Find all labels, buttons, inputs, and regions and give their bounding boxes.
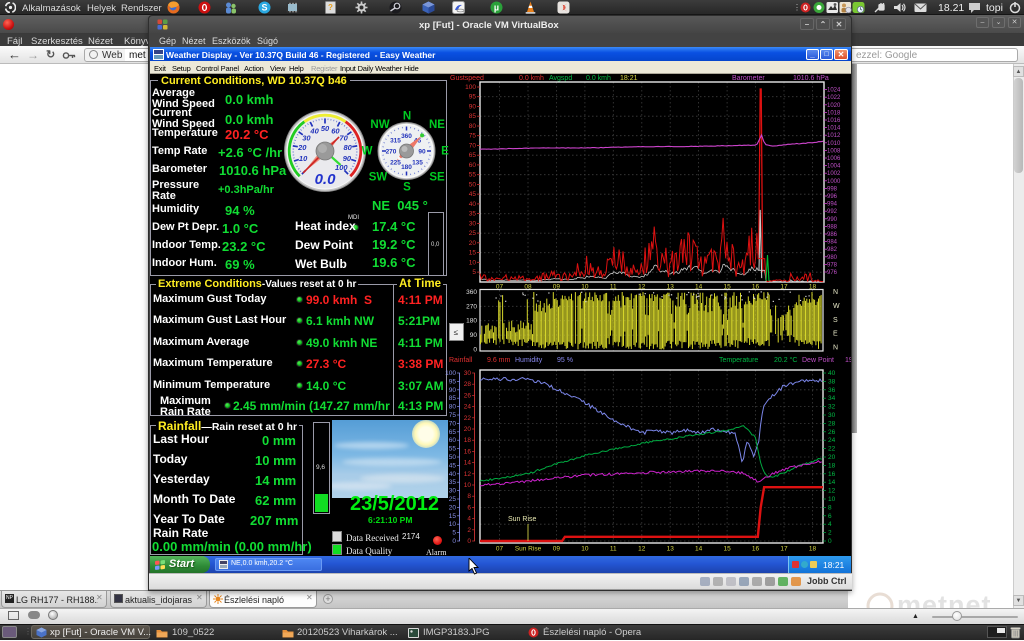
svg-text:NE: NE [429, 119, 445, 131]
svg-text:0.0: 0.0 [315, 171, 337, 188]
svg-text:90: 90 [418, 148, 426, 155]
svg-text:W: W [362, 146, 373, 158]
svg-text:NW: NW [370, 119, 389, 131]
svg-text:SE: SE [429, 172, 445, 184]
svg-text:S: S [261, 3, 267, 13]
svg-text:?: ? [328, 3, 333, 12]
svg-text:360: 360 [401, 133, 412, 140]
svg-text:50: 50 [321, 124, 330, 133]
svg-text:225: 225 [390, 159, 401, 166]
svg-text:80: 80 [344, 143, 353, 152]
svg-text:135: 135 [412, 159, 423, 166]
svg-text:90: 90 [343, 154, 352, 163]
svg-text:270: 270 [386, 148, 397, 155]
svg-text:20: 20 [297, 143, 307, 152]
svg-text:N: N [403, 111, 411, 123]
svg-text:40: 40 [309, 126, 319, 135]
svg-text:E: E [441, 146, 449, 158]
svg-text:70: 70 [339, 133, 348, 142]
svg-text:10: 10 [299, 154, 308, 163]
svg-text:100: 100 [335, 163, 348, 172]
svg-text:µ: µ [494, 3, 499, 13]
svg-text:315: 315 [390, 137, 401, 144]
svg-text:180: 180 [401, 164, 412, 171]
svg-text:SW: SW [369, 172, 388, 184]
svg-text:S: S [403, 182, 411, 194]
